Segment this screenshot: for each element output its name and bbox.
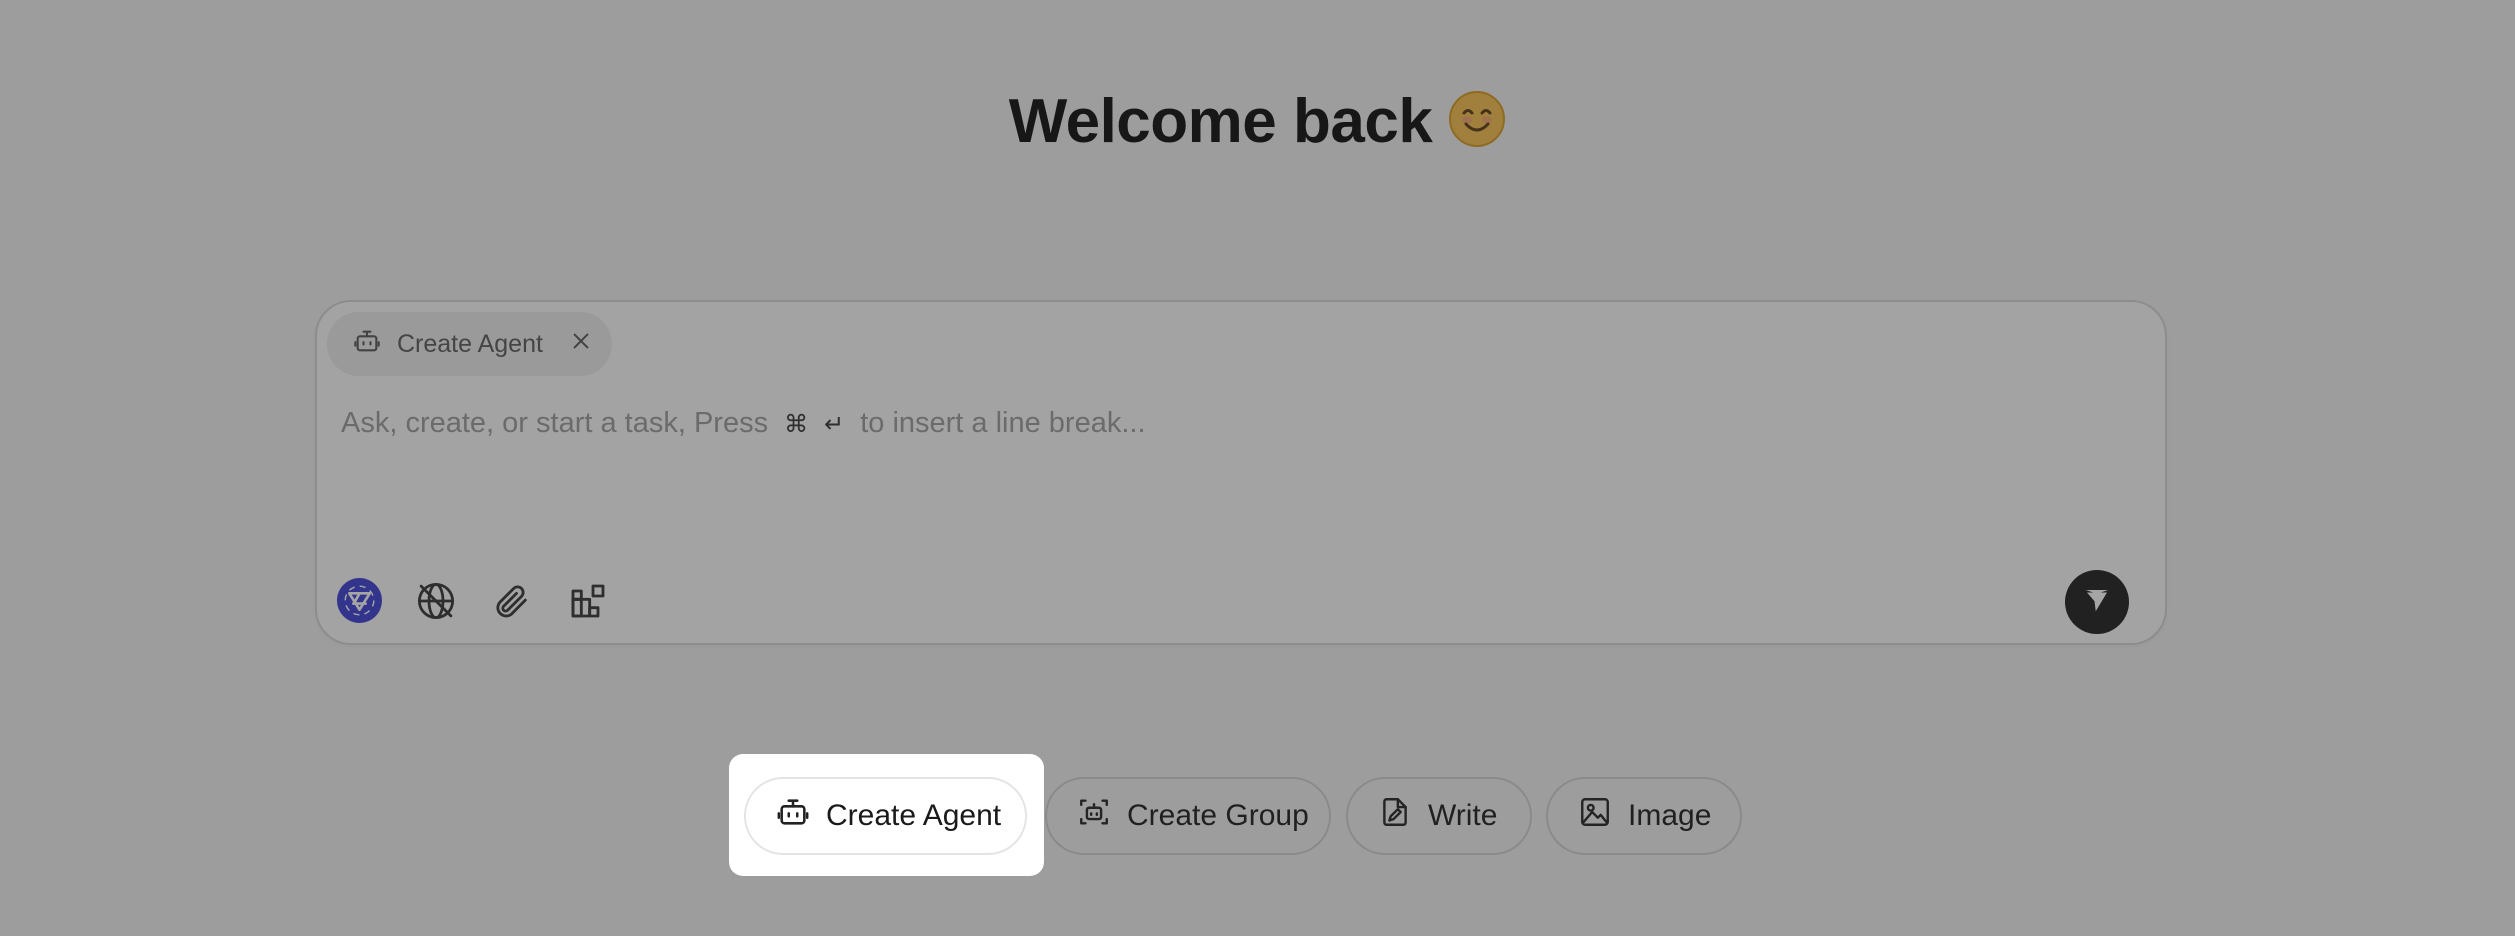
- dim-overlay: [0, 0, 2515, 936]
- robot-icon: [776, 795, 810, 837]
- create-agent-button[interactable]: Create Agent: [744, 777, 1027, 855]
- create-agent-label: Create Agent: [826, 799, 1002, 832]
- spotlight-card: Create Agent: [729, 754, 1044, 876]
